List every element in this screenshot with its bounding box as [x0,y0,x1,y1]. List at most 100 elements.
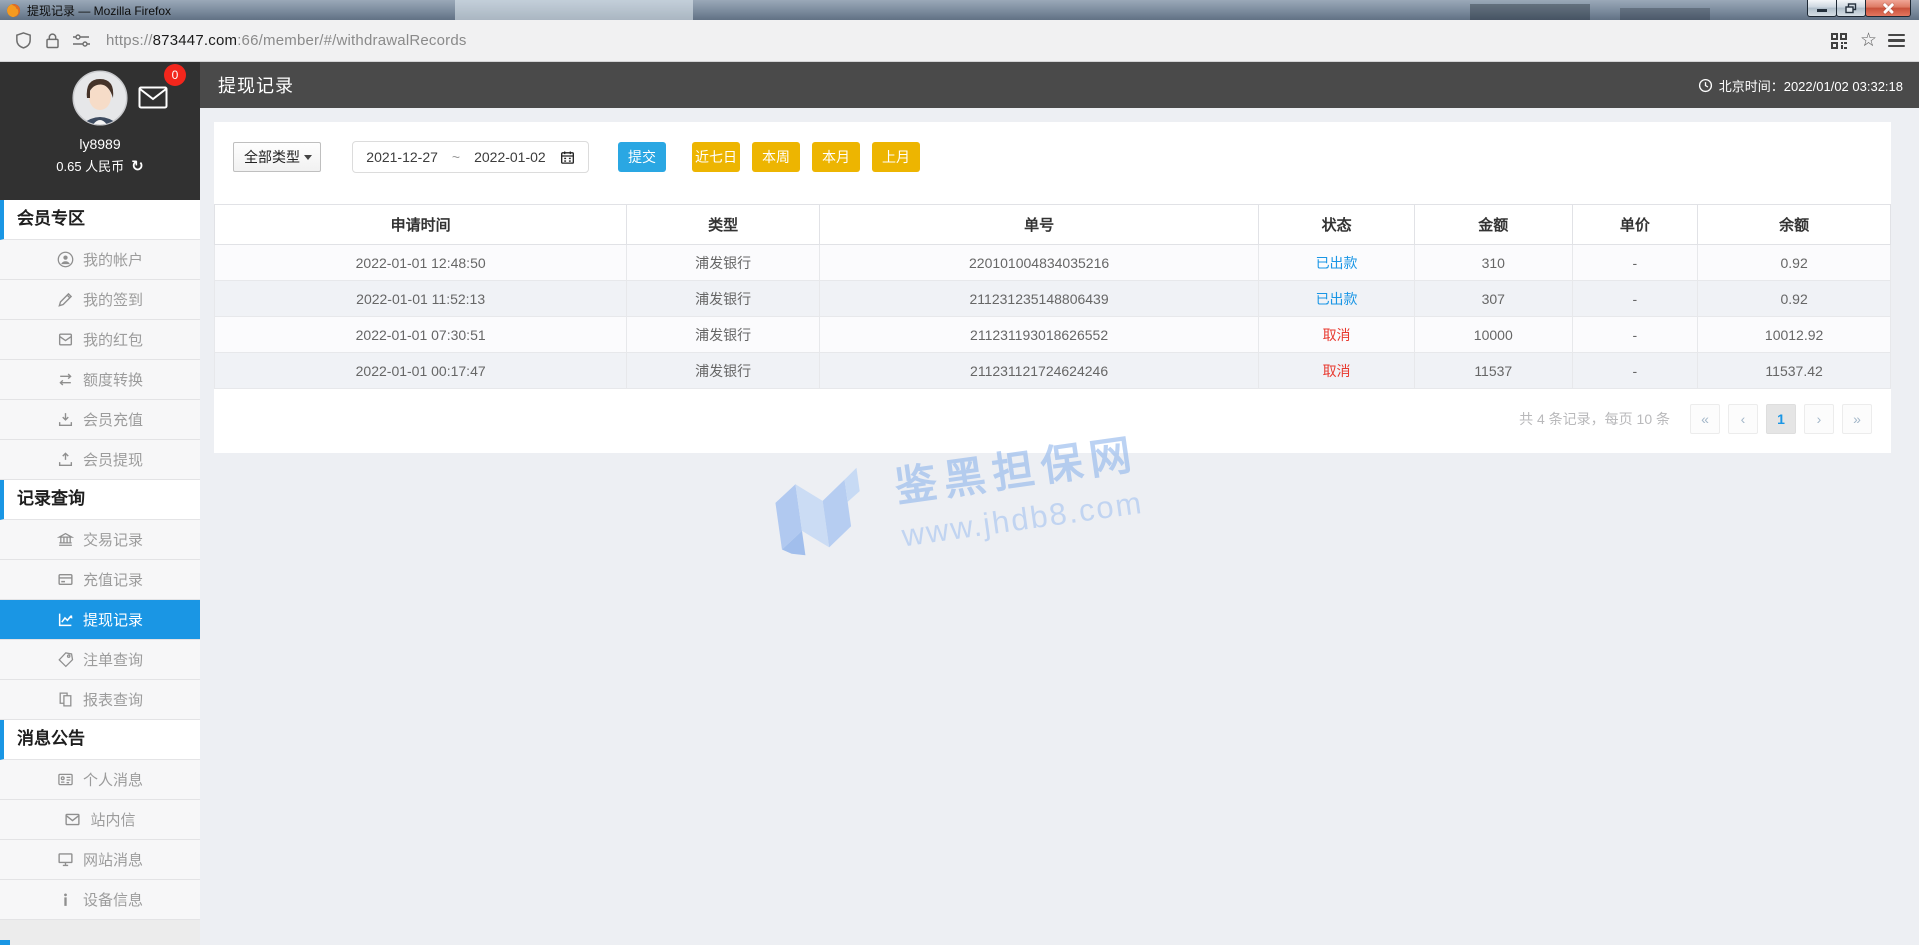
next-page-button[interactable]: › [1804,404,1834,434]
status-badge: 取消 [1258,352,1415,389]
user-icon [57,251,74,268]
minimize-icon [1817,9,1827,12]
last-7-days-button[interactable]: 近七日 [692,142,740,172]
status-badge: 取消 [1258,316,1415,353]
main-content: 提现记录 北京时间：2022/01/02 03:32:18 全部类型 2021-… [200,62,1919,945]
date-range-input[interactable]: 2021-12-27 ~ 2022-01-02 [352,141,589,173]
tags-icon [57,651,74,668]
date-separator: ~ [451,149,461,165]
window-title: 提现记录 — Mozilla Firefox [27,3,172,18]
profile-panel: 0 ly8989 0.65 人民币 ↻ [0,62,200,200]
info-icon [57,891,74,908]
sidebar-item-transaction-records[interactable]: 交易记录 [0,520,200,560]
window-titlebar: 提现记录 — Mozilla Firefox [0,0,1919,20]
red-envelope-icon [57,331,74,348]
beijing-time: 北京时间：2022/01/02 03:32:18 [1698,76,1903,95]
sidebar-item-my-checkin[interactable]: 我的签到 [0,280,200,320]
refresh-icon[interactable]: ↻ [131,157,144,175]
download-tray-icon [57,411,74,428]
submit-button[interactable]: 提交 [618,142,666,172]
col-balance: 余额 [1697,204,1891,245]
status-badge: 已出款 [1258,244,1415,281]
col-unit-price: 单价 [1571,204,1699,245]
avatar [72,70,128,126]
table-header-row: 申请时间 类型 单号 状态 金额 单价 余额 [213,204,1891,245]
sidebar-item-report-query[interactable]: 报表查询 [0,680,200,720]
permissions-icon[interactable] [72,33,91,48]
records-card: 全部类型 2021-12-27 ~ 2022-01-02 提交 近七日 本周 本… [213,122,1891,453]
table-row: 2022-01-01 11:52:13 浦发银行 211231235148806… [213,280,1891,317]
url-scheme: https:// [106,32,153,49]
type-select[interactable]: 全部类型 [233,142,321,172]
sidebar-item-deposit[interactable]: 会员充值 [0,400,200,440]
status-badge: 已出款 [1258,280,1415,317]
first-page-button[interactable]: « [1690,404,1720,434]
bookmark-star-icon[interactable]: ☆ [1860,31,1877,50]
mail-icon[interactable] [138,86,168,114]
sidebar-item-quota-transfer[interactable]: 额度转换 [0,360,200,400]
col-amount: 金额 [1414,204,1573,245]
minimize-button[interactable] [1807,0,1837,17]
chevron-down-icon [304,154,312,160]
col-status: 状态 [1258,204,1415,245]
sidebar-item-withdraw[interactable]: 会员提现 [0,440,200,480]
withdrawal-records-table: 申请时间 类型 单号 状态 金额 单价 余额 2022-01-01 12:48:… [213,204,1891,389]
lock-icon[interactable] [44,32,61,50]
this-week-button[interactable]: 本周 [752,142,800,172]
table-row: 2022-01-01 12:48:50 浦发银行 220101004834035… [213,244,1891,281]
upload-tray-icon [57,451,74,468]
url-path: :66/member/#/withdrawalRecords [237,32,467,49]
col-order-no: 单号 [819,204,1260,245]
calendar-icon [560,151,574,164]
watermark-site-url: www.jhdb8.com [899,484,1146,553]
sidebar-item-device-info[interactable]: 设备信息 [0,880,200,920]
sidebar-item-site-mail[interactable]: 站内信 [0,800,200,840]
page-title: 提现记录 [218,76,294,96]
sidebar: 0 ly8989 0.65 人民币 ↻ 会员专区 我的帐户 我的签到 我的红包 额… [0,62,200,945]
col-type: 类型 [626,204,821,245]
balance-amount: 0.65 人民币 [56,159,125,174]
section-title-member: 会员专区 [0,200,200,240]
menu-icon[interactable] [1888,34,1905,47]
tracking-shield-icon[interactable] [14,31,33,50]
sidebar-item-personal-messages[interactable]: 个人消息 [0,760,200,800]
sidebar-item-my-redpacket[interactable]: 我的红包 [0,320,200,360]
titlebar-glass-reflection [455,0,693,20]
date-end: 2022-01-02 [474,149,546,165]
pagination-summary: 共 4 条记录，每页 10 条 [1519,411,1670,427]
username: ly8989 [79,136,121,152]
close-button[interactable] [1865,0,1911,17]
restore-icon [1845,2,1857,13]
sidebar-item-withdrawal-records[interactable]: 提现记录 [0,600,200,640]
qr-extension-icon[interactable] [1829,31,1849,51]
titlebar-glass-shadow [1620,8,1710,20]
sidebar-item-my-account[interactable]: 我的帐户 [0,240,200,280]
restore-button[interactable] [1836,0,1866,17]
browser-toolbar: https://873447.com:66/member/#/withdrawa… [0,20,1919,62]
loading-bar-fragment [0,940,10,945]
transfer-arrows-icon [57,371,74,388]
filter-bar: 全部类型 2021-12-27 ~ 2022-01-02 提交 近七日 本周 本… [214,122,1891,204]
sidebar-item-bet-query[interactable]: 注单查询 [0,640,200,680]
report-files-icon [57,691,74,708]
last-page-button[interactable]: » [1842,404,1872,434]
section-title-records: 记录查询 [0,480,200,520]
id-card-icon [57,771,74,788]
clock-icon [1698,78,1712,92]
sidebar-nav: 会员专区 我的帐户 我的签到 我的红包 额度转换 会员充值 会员提现 记录查询 … [0,200,200,920]
titlebar-glass-shadow [1470,4,1590,20]
url-field[interactable]: https://873447.com:66/member/#/withdrawa… [106,32,467,49]
last-month-button[interactable]: 上月 [872,142,920,172]
firefox-icon [6,3,21,18]
col-apply-time: 申请时间 [213,204,628,245]
this-month-button[interactable]: 本月 [812,142,860,172]
watermark-logo [775,467,860,556]
section-title-messages: 消息公告 [0,720,200,760]
desktop-icon [57,851,74,868]
sidebar-item-deposit-records[interactable]: 充值记录 [0,560,200,600]
sidebar-item-site-messages[interactable]: 网站消息 [0,840,200,880]
sidebar-footer [0,920,200,945]
prev-page-button[interactable]: ‹ [1728,404,1758,434]
pencil-icon [57,291,74,308]
page-1-button[interactable]: 1 [1766,404,1796,434]
